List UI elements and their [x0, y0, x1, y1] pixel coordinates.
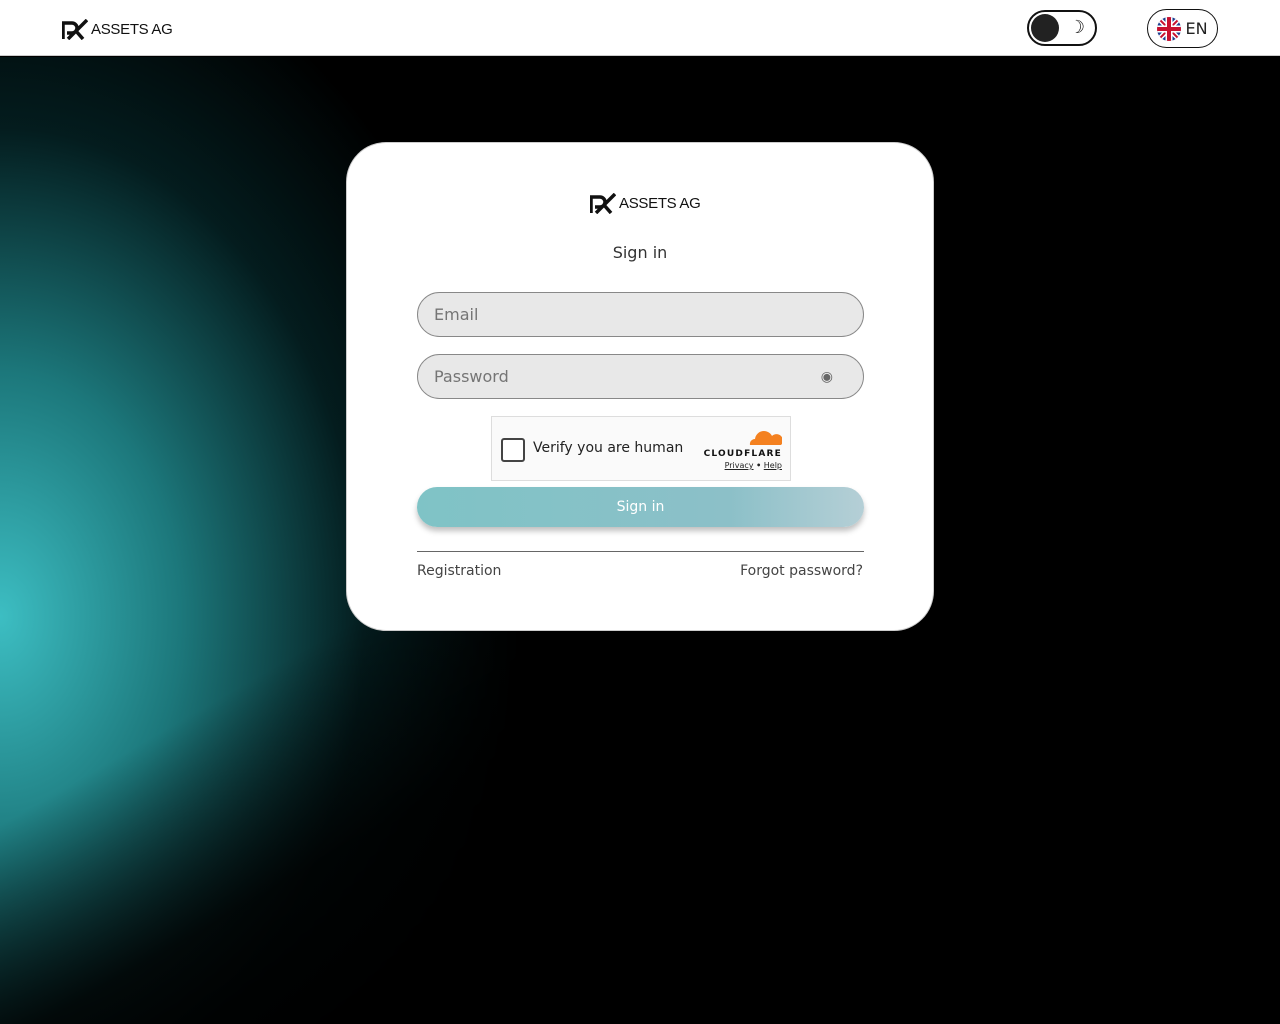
signin-button[interactable]: Sign in [417, 487, 864, 527]
moon-icon: ☽ [1068, 17, 1085, 38]
theme-toggle[interactable]: ☽ [1027, 10, 1097, 46]
cloudflare-brand: CLOUDFLARE [703, 449, 782, 459]
password-input[interactable] [417, 354, 864, 399]
password-field: ◉ [347, 354, 933, 399]
card-logo-text: ASSETS AG [619, 195, 701, 212]
captcha-label: Verify you are human [533, 440, 684, 456]
language-selector[interactable]: EN [1147, 9, 1218, 48]
page-title: Sign in [612, 243, 668, 262]
registration-link[interactable]: Registration [417, 563, 501, 579]
logo-mark-icon [62, 19, 88, 40]
toggle-knob [1031, 14, 1059, 42]
help-link[interactable]: Help [764, 461, 782, 470]
cloudflare-captcha: Verify you are human CLOUDFLARE Privacy … [491, 416, 791, 481]
top-header: ASSETS AG ☽ EN [0, 0, 1280, 56]
divider [417, 551, 864, 552]
separator: • [756, 461, 762, 470]
forgot-password-link[interactable]: Forgot password? [740, 563, 863, 579]
email-input[interactable] [417, 292, 864, 337]
signin-card: ASSETS AG Sign in ◉ Verify you are human… [346, 142, 934, 631]
cloudflare-cloud-icon [749, 431, 783, 445]
language-label: EN [1185, 19, 1208, 38]
cloudflare-branding: CLOUDFLARE Privacy • Help [703, 429, 783, 470]
header-logo[interactable]: ASSETS AG [62, 19, 173, 40]
header-logo-text: ASSETS AG [91, 21, 173, 38]
logo-mark-icon [590, 193, 616, 214]
eye-icon[interactable]: ◉ [821, 369, 833, 385]
privacy-link[interactable]: Privacy [725, 461, 754, 470]
uk-flag-icon [1157, 16, 1182, 41]
captcha-checkbox[interactable] [501, 438, 525, 462]
card-logo: ASSETS AG [590, 193, 701, 214]
